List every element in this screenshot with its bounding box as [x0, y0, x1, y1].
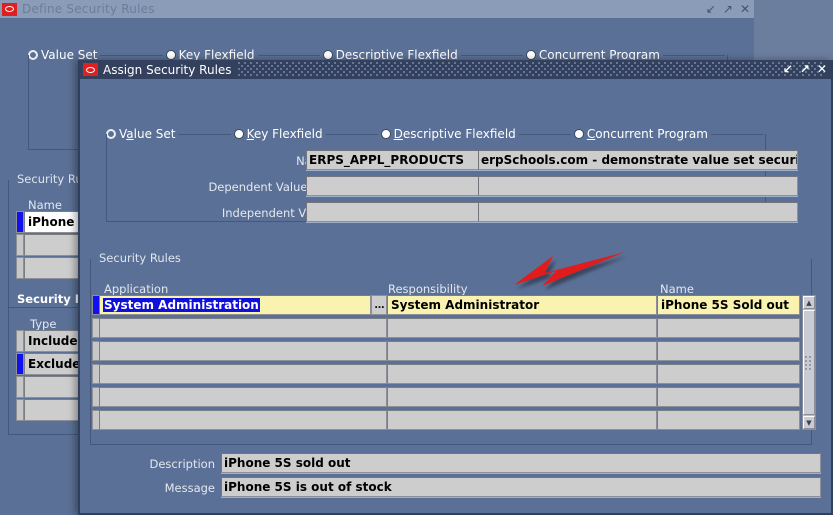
bg-type-cell[interactable] — [24, 376, 86, 398]
description-field[interactable]: iPhone 5S sold out — [221, 453, 821, 473]
maximize-icon[interactable]: ↗ — [723, 3, 733, 15]
responsibility-cell[interactable]: System Administrator — [387, 295, 657, 315]
table-row[interactable] — [92, 341, 800, 361]
name-cell[interactable] — [657, 341, 800, 361]
row-selector[interactable] — [92, 410, 99, 430]
row-selector[interactable] — [92, 295, 99, 315]
row-selector[interactable] — [92, 387, 99, 407]
application-cell[interactable] — [99, 364, 387, 384]
independent-value-field[interactable] — [306, 202, 481, 222]
bg-row-marker[interactable] — [16, 257, 24, 279]
oracle-logo-icon — [83, 63, 98, 76]
scroll-down-arrow-icon[interactable]: ▼ — [803, 416, 815, 429]
bg-type-row-marker[interactable] — [16, 330, 24, 352]
dependent-value-set-field[interactable] — [306, 176, 481, 196]
bg-security-rules-group-title: Security Ru — [14, 172, 86, 186]
name-cell[interactable] — [657, 410, 800, 430]
row-selector[interactable] — [92, 318, 99, 338]
application-cell[interactable] — [99, 318, 387, 338]
application-value: System Administration — [103, 298, 260, 312]
application-lov-button[interactable]: … — [371, 295, 387, 315]
column-header-responsibility: Responsibility — [388, 282, 468, 296]
dependent-value-set-description-field[interactable] — [478, 176, 798, 196]
table-row[interactable] — [92, 364, 800, 384]
bg-type-cell[interactable] — [24, 399, 86, 421]
scroll-up-arrow-icon[interactable]: ▲ — [803, 296, 815, 309]
responsibility-cell[interactable] — [387, 410, 657, 430]
name-cell[interactable] — [657, 364, 800, 384]
dialog-window-controls: ↙ ↗ ✕ — [783, 60, 827, 78]
bg-type-cell[interactable]: Include — [24, 330, 86, 352]
bg-type-row-marker[interactable] — [16, 376, 24, 398]
dialog-body: Value Set Key Flexfield Descriptive Flex… — [80, 79, 831, 515]
table-row[interactable] — [92, 318, 800, 338]
background-window-controls: ↙ ↗ ✕ — [706, 0, 750, 18]
bg-security-rule-name-cell[interactable] — [24, 234, 86, 256]
table-vertical-scrollbar[interactable]: ▲ ▼ — [802, 295, 816, 430]
bg-type-header: Type — [30, 317, 57, 331]
bg-security-rule-elements-group-title: Security R — [14, 292, 87, 306]
independent-value-description-field[interactable] — [478, 202, 798, 222]
column-header-name: Name — [660, 282, 694, 296]
table-row[interactable] — [92, 410, 800, 430]
application-cell[interactable]: System Administration — [99, 295, 371, 315]
name-field[interactable]: ERPS_APPL_PRODUCTS — [306, 150, 481, 170]
bg-type-row-marker[interactable] — [16, 399, 24, 421]
bg-type-row-marker[interactable] — [16, 353, 24, 375]
responsibility-cell[interactable] — [387, 387, 657, 407]
bg-security-rule-name-cell[interactable]: iPhone 5 — [24, 211, 86, 233]
description-label: Description — [149, 457, 216, 471]
screen-root: Define Security Rules ↙ ↗ ✕ Value Set Ke… — [0, 0, 833, 515]
name-cell[interactable] — [657, 387, 800, 407]
maximize-icon[interactable]: ↗ — [800, 63, 810, 75]
table-row[interactable]: System Administration … System Administr… — [92, 295, 800, 315]
application-cell[interactable] — [99, 341, 387, 361]
dialog-title: Assign Security Rules — [103, 62, 232, 77]
bg-type-cell[interactable]: Exclude — [24, 353, 86, 375]
table-row[interactable] — [92, 387, 800, 407]
dialog-titlebar[interactable]: Assign Security Rules ↙ ↗ ✕ — [80, 60, 831, 79]
responsibility-cell[interactable] — [387, 341, 657, 361]
name-description-field[interactable]: erpSchools.com - demonstrate value set s… — [478, 150, 798, 170]
titlebar-texture — [237, 62, 825, 77]
message-field[interactable]: iPhone 5S is out of stock — [221, 477, 821, 497]
bg-row-marker[interactable] — [16, 234, 24, 256]
bg-security-rule-name-cell[interactable] — [24, 257, 86, 279]
assign-security-rules-dialog: Assign Security Rules ↙ ↗ ✕ Value Set Ke… — [78, 60, 833, 515]
close-icon[interactable]: ✕ — [817, 63, 827, 75]
message-label: Message — [164, 481, 215, 495]
scrollbar-thumb[interactable] — [803, 310, 815, 415]
column-header-application: Application — [104, 282, 169, 296]
background-window-title: Define Security Rules — [22, 2, 155, 16]
row-selector[interactable] — [92, 341, 99, 361]
name-cell[interactable]: iPhone 5S Sold out — [657, 295, 800, 315]
application-cell[interactable] — [99, 410, 387, 430]
bg-security-rules-name-header: Name — [28, 198, 62, 212]
row-selector[interactable] — [92, 364, 99, 384]
oracle-logo-icon — [2, 2, 17, 16]
minimize-icon[interactable]: ↙ — [783, 63, 793, 75]
responsibility-cell[interactable] — [387, 318, 657, 338]
responsibility-cell[interactable] — [387, 364, 657, 384]
background-window-titlebar[interactable]: Define Security Rules ↙ ↗ ✕ — [0, 0, 754, 18]
bg-row-marker[interactable] — [16, 211, 24, 233]
minimize-icon[interactable]: ↙ — [706, 3, 716, 15]
name-cell[interactable] — [657, 318, 800, 338]
close-icon[interactable]: ✕ — [740, 3, 750, 15]
application-cell[interactable] — [99, 387, 387, 407]
security-rules-group-title: Security Rules — [96, 251, 184, 265]
